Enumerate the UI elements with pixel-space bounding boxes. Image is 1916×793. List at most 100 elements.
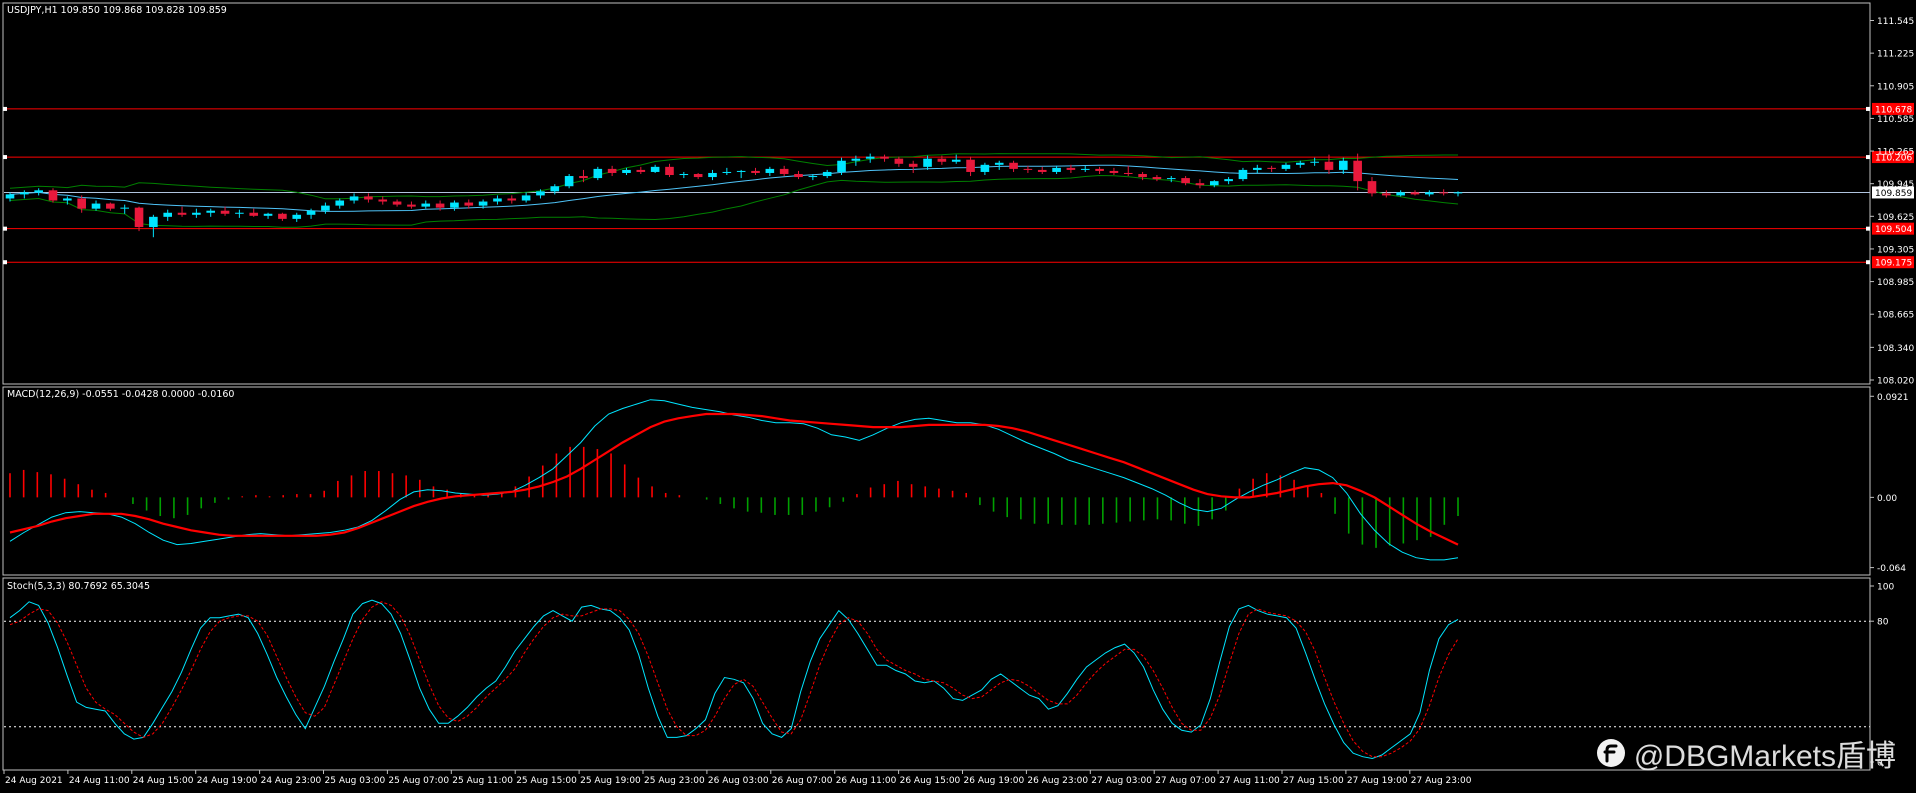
candle-body (593, 168, 603, 179)
brand-logo-icon (1596, 739, 1625, 767)
candle-body (493, 198, 502, 202)
candle-body (364, 196, 373, 200)
candle-body (292, 214, 302, 219)
candle-body (1023, 168, 1033, 170)
watermark-text: @DBGMarkets盾博 (1633, 740, 1896, 773)
candle-body (1195, 183, 1205, 186)
candle-body (177, 212, 187, 215)
macd-tick-label: 0.00 (1877, 494, 1897, 504)
candle-body (450, 202, 459, 208)
price-tick-label: 110.585 (1877, 115, 1914, 125)
level-handle (3, 260, 7, 265)
time-tick-label: 24 Aug 23:00 (261, 776, 322, 786)
stoch-tick-label: 100 (1877, 583, 1894, 593)
price-tick-label: 108.020 (1877, 377, 1914, 387)
candle-body (1052, 167, 1061, 172)
candle-body (708, 172, 717, 178)
level-handle (1866, 260, 1870, 265)
time-tick-label: 25 Aug 11:00 (452, 776, 513, 786)
candle-body (579, 176, 588, 179)
time-tick-label: 27 Aug 03:00 (1091, 776, 1152, 786)
chart-canvas[interactable]: 110.678110.206109.504109.175109.859 111.… (0, 0, 1916, 789)
candle-body (1453, 192, 1463, 194)
time-tick-label: 26 Aug 11:00 (836, 776, 897, 786)
level-handle (3, 226, 7, 231)
candle-body (306, 210, 316, 215)
macd-header: MACD(12,26,9) -0.0551 -0.0428 0.0000 -0.… (7, 389, 234, 400)
candle-body (1138, 173, 1147, 178)
candle-body (1066, 167, 1076, 170)
price-tick-label: 110.265 (1877, 148, 1914, 158)
candle-body (564, 176, 574, 187)
macd-tick-label: 0.0921 (1877, 393, 1909, 403)
time-tick-label: 25 Aug 03:00 (325, 776, 386, 786)
price-tick-label: 109.625 (1877, 213, 1914, 223)
candle-body (1152, 177, 1162, 180)
candle-body (278, 213, 287, 219)
candle-body (1209, 181, 1219, 186)
candle-body (550, 186, 560, 192)
candle-body (435, 203, 445, 208)
candle-body (1295, 162, 1305, 165)
candle-body (1224, 179, 1233, 182)
candle-body (163, 212, 173, 217)
candle-body (48, 190, 58, 201)
candle-body (1109, 170, 1119, 173)
candle-body (622, 169, 631, 173)
candle-body (1353, 160, 1362, 182)
time-tick-label: 24 Aug 15:00 (133, 776, 194, 786)
candle-body (1324, 161, 1334, 170)
candle-body (951, 159, 961, 162)
candle-body (77, 198, 86, 209)
candle-body (478, 201, 488, 206)
candle-body (91, 203, 101, 209)
candle-body (263, 213, 273, 216)
candle-body (779, 168, 789, 174)
candle-body (149, 216, 158, 228)
stoch-header: Stoch(5,3,3) 80.7692 65.3045 (7, 581, 150, 592)
candle-body (464, 202, 474, 206)
candle-body (1281, 164, 1291, 169)
candle-body (966, 159, 975, 172)
candle-body (980, 164, 990, 172)
watermark: @DBGMarkets盾博 (1596, 731, 1896, 775)
candle-body (1267, 167, 1276, 169)
candle-body (63, 198, 72, 201)
candle-body (392, 201, 402, 205)
level-handle (3, 106, 7, 111)
candle-body (321, 205, 330, 211)
candle-body (5, 194, 15, 199)
candle-body (1439, 192, 1448, 194)
candle-body (192, 212, 201, 215)
candle-body (1238, 169, 1248, 180)
level-handle (1866, 106, 1870, 111)
candle-body (736, 170, 746, 172)
price-tick-label: 109.945 (1877, 180, 1914, 190)
candle-body (1339, 160, 1348, 170)
candle-body (1310, 161, 1319, 163)
time-tick-label: 26 Aug 07:00 (772, 776, 833, 786)
macd-tick-label: -0.064 (1877, 564, 1906, 574)
time-tick-label: 27 Aug 07:00 (1155, 776, 1216, 786)
candle-body (536, 191, 545, 196)
time-tick-label: 26 Aug 03:00 (708, 776, 769, 786)
candle-body (1009, 162, 1018, 169)
current-price-label: 109.859 (1875, 189, 1912, 199)
price-tick-label: 109.305 (1877, 245, 1914, 255)
candle-body (1367, 181, 1377, 194)
candle-body (134, 207, 144, 228)
time-tick-label: 25 Aug 23:00 (644, 776, 705, 786)
candle-body (1382, 193, 1391, 196)
candle-body (794, 173, 803, 178)
candle-body (865, 156, 875, 159)
candle-body (1123, 172, 1133, 174)
trading-chart[interactable]: 110.678 110.206 109.504 109.175 109.859 111.… (0, 0, 1916, 789)
candle-body (20, 192, 29, 195)
price-tick-label: 111.545 (1877, 17, 1914, 27)
time-tick-label: 25 Aug 19:00 (580, 776, 641, 786)
candle-body (1181, 178, 1190, 184)
candle-body (1425, 192, 1434, 195)
candle-body (335, 200, 345, 206)
time-tick-label: 26 Aug 15:00 (900, 776, 961, 786)
candle-body (349, 196, 359, 201)
